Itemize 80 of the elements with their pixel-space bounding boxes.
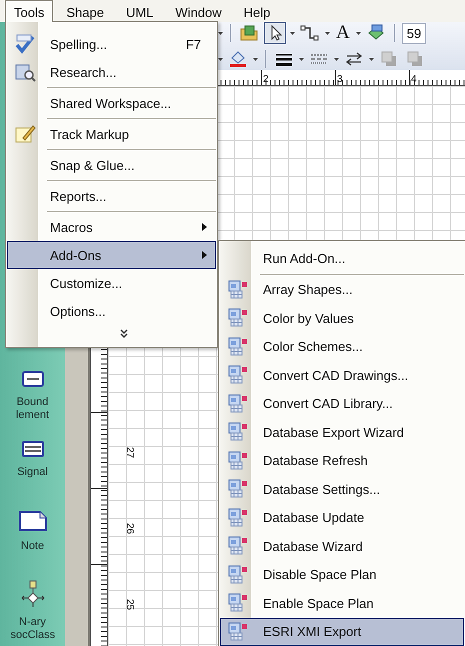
dropdown-arrow-icon [369,58,374,60]
dropdown-arrow-icon [290,32,295,34]
ruler-number: 2 [263,75,269,85]
menu-item[interactable]: Convert CAD Library... [220,390,464,418]
ruler-number: 4 [411,75,417,85]
menu-item[interactable]: Shared Workspace... [7,89,216,117]
shortcut-label: F7 [186,36,201,52]
menu-item[interactable]: Reports... [7,182,216,210]
ruler-number: 26 [124,522,134,534]
menu-item[interactable]: Customize... [7,269,216,297]
menu-bar-item[interactable]: Help [234,0,280,22]
fill-shape-icon [366,24,386,42]
shape-label: Signal [16,466,49,479]
connector-icon [300,24,320,42]
menu-item[interactable]: Track Markup [7,120,216,148]
menu-item[interactable]: Macros [7,213,216,241]
dropdown-arrow-icon [334,58,339,60]
diamond-connector-icon [20,580,46,608]
paint-bucket-icon [228,50,248,68]
dropdown-arrow-icon [218,32,223,34]
menu-item[interactable]: Database Update [220,504,464,532]
toolbar-button[interactable] [264,22,286,44]
add-on-icon [228,336,248,357]
dropdown-arrow-icon [299,58,304,60]
menu-item[interactable]: Color by Values [220,304,464,332]
add-on-icon [228,564,248,585]
note-shape-icon [18,510,48,532]
dropdown-arrow-icon [325,32,330,34]
menu-item[interactable]: Database Export Wizard [220,418,464,446]
menu-item[interactable]: ESRI XMI Export [220,618,464,646]
menu-item[interactable]: Database Settings... [220,475,464,504]
ruler-number: 27 [124,446,134,458]
shape-label: Bound lement [14,396,50,422]
shape-label: Note [20,540,46,553]
dropdown-arrow-icon [253,58,258,60]
spell-check-icon [14,33,36,55]
add-on-icon [228,308,248,328]
dropdown-arrow-icon [356,32,361,34]
line-weight-icon [275,51,293,67]
add-on-icon [228,508,248,528]
ruler-number: 3 [337,75,343,85]
menu-bar-item[interactable]: Window [166,0,231,22]
menu-item[interactable]: Research... [7,58,216,86]
add-on-icon [228,622,248,642]
shadow-icon [381,51,397,67]
menu-item[interactable]: Database Refresh [220,446,464,475]
font-size-field[interactable]: 59 [402,22,426,44]
menu-item[interactable]: Snap & Glue... [7,151,216,179]
menu-item[interactable]: Convert CAD Drawings... [220,361,464,390]
menu-bar-item[interactable]: Tools [5,0,54,22]
add-on-icon [228,536,248,556]
menu-item[interactable]: Color Schemes... [220,332,464,361]
folder-icon [240,24,258,42]
add-on-icon [228,422,248,442]
add-on-icon [228,450,248,471]
menu-item[interactable]: Add-Ons [7,241,216,269]
add-on-icon [228,479,248,500]
ruler-number: 25 [124,598,134,610]
bound-element-icon [20,370,44,388]
shadow-icon [407,51,423,67]
menu-item[interactable]: Array Shapes... [220,276,464,304]
double-chevron-icon[interactable] [118,329,128,339]
add-on-icon [228,365,248,386]
text-tool-button[interactable]: A [334,22,352,44]
menu-bar-item[interactable]: Shape [57,0,113,22]
menu-bar-item[interactable]: UML [116,0,162,22]
pencil-note-icon [14,123,36,145]
line-ends-icon [345,51,363,67]
menu-item[interactable]: Enable Space Plan [220,589,464,618]
add-on-icon [228,593,248,614]
signal-shape-icon [20,440,44,458]
menu-item[interactable]: Options... [7,297,216,325]
menu-item[interactable]: Spelling... F7 [7,30,216,58]
add-on-icon [228,394,248,414]
add-on-icon [228,280,248,300]
menu-item[interactable]: Run Add-On... [220,244,464,272]
shape-label: N-ary socClass [10,616,54,642]
dropdown-arrow-icon [218,58,223,60]
menu-item[interactable]: Disable Space Plan [220,560,464,589]
menu-item[interactable]: Database Wizard [220,532,464,560]
